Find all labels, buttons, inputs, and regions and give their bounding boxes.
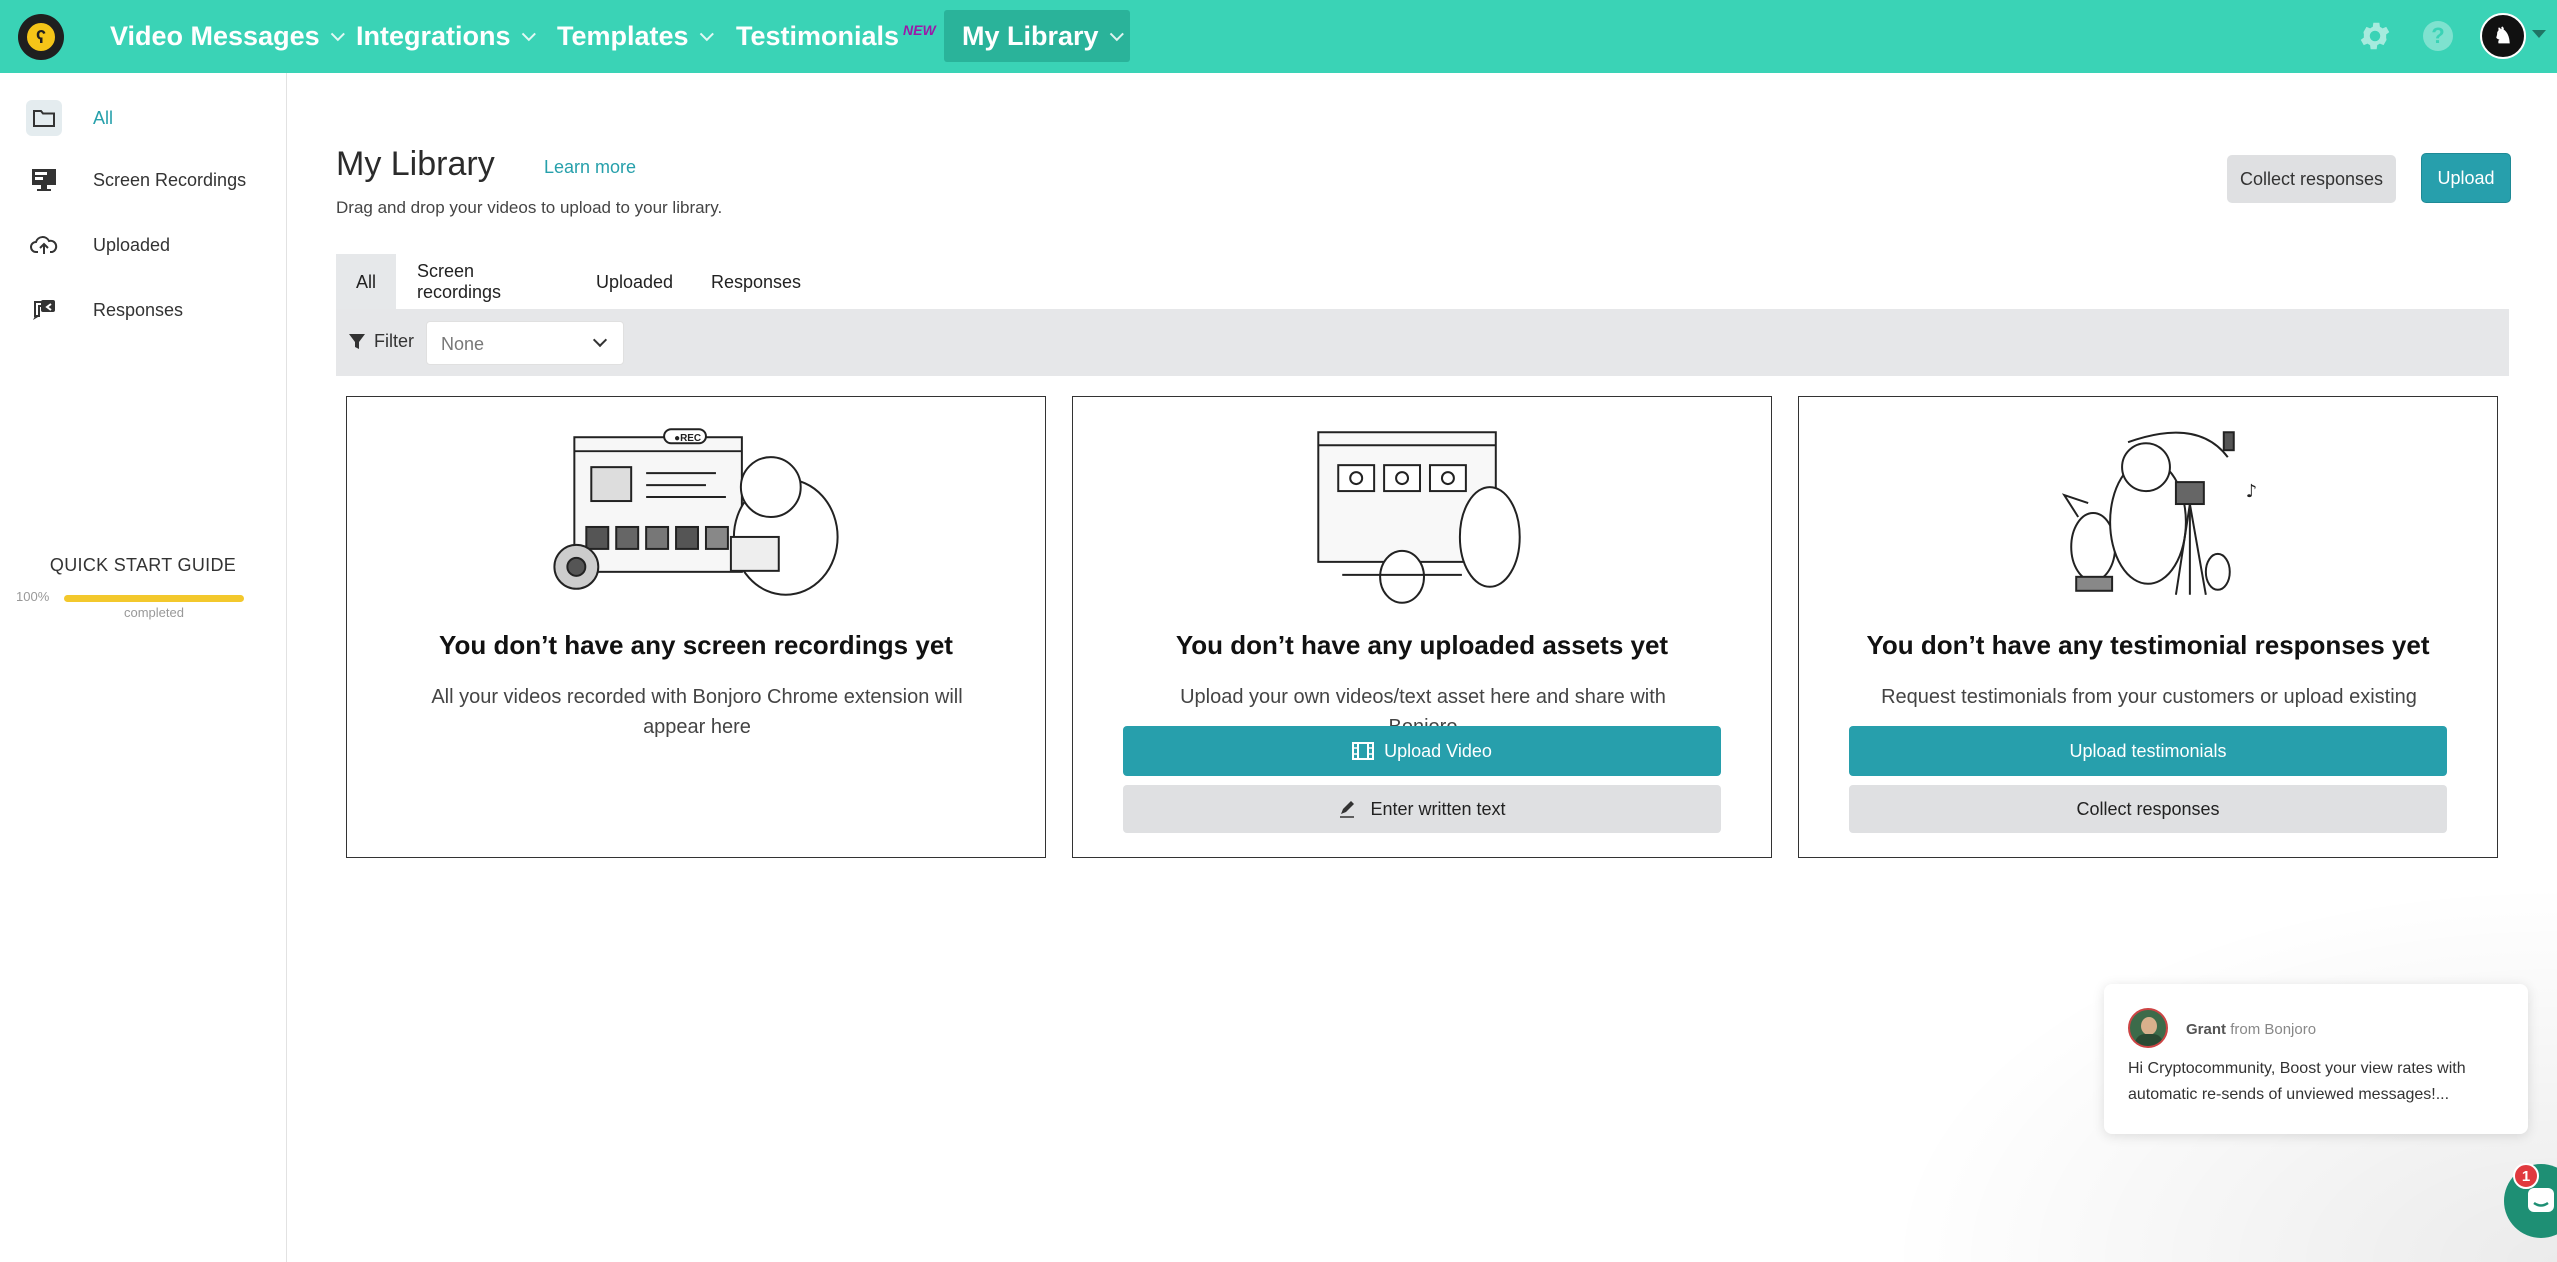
nav-templates[interactable]: Templates bbox=[557, 0, 714, 73]
nav-templates-label: Templates bbox=[557, 21, 689, 51]
card-title: You don’t have any screen recordings yet bbox=[439, 630, 953, 660]
sidebar-item-screen-recordings[interactable]: Screen Recordings bbox=[0, 150, 286, 210]
tab-all[interactable]: All bbox=[336, 254, 397, 310]
upload-video-button[interactable]: Upload Video bbox=[1123, 726, 1721, 776]
nav-testimonials-label: Testimonials bbox=[736, 21, 900, 51]
filter-label-group: Filter bbox=[348, 331, 414, 352]
sidebar-item-label: Responses bbox=[93, 299, 184, 320]
card-description: Request testimonials from your customers… bbox=[1881, 686, 2417, 708]
learn-more-link[interactable]: Learn more bbox=[544, 157, 636, 178]
tab-screen-recordings[interactable]: Screen recordings bbox=[417, 254, 501, 310]
page-title: My Library bbox=[336, 145, 495, 183]
upload-assets-illustration bbox=[1317, 431, 1521, 604]
folder-icon bbox=[26, 100, 62, 136]
agent-avatar bbox=[2128, 1008, 2168, 1048]
chat-icon bbox=[2528, 1188, 2554, 1212]
collect-responses-card-label: Collect responses bbox=[2076, 798, 2220, 819]
card-title: You don’t have any testimonial responses… bbox=[1866, 630, 2430, 660]
quick-start-progress-bar bbox=[64, 595, 244, 602]
tab-uploaded[interactable]: Uploaded bbox=[596, 254, 673, 310]
page-subtitle: Drag and drop your videos to upload to y… bbox=[336, 198, 723, 217]
bonjoro-logo[interactable]: ʕ bbox=[18, 14, 64, 60]
enter-written-text-label: Enter written text bbox=[1370, 798, 1506, 819]
chat-sender: Grant from Bonjoro bbox=[2186, 1021, 2316, 1038]
svg-text:♪: ♪ bbox=[2246, 481, 2257, 502]
quick-start-percent: 100% bbox=[16, 589, 50, 604]
chat-reply-icon bbox=[26, 292, 62, 328]
collect-responses-button[interactable]: Collect responses bbox=[2227, 155, 2396, 203]
sidebar: All Screen Recordings Uploaded Responses… bbox=[0, 73, 287, 1262]
sidebar-item-uploaded[interactable]: Uploaded bbox=[0, 215, 286, 275]
sidebar-item-label: Screen Recordings bbox=[93, 169, 247, 190]
upload-video-label: Upload Video bbox=[1384, 740, 1492, 761]
monitor-icon bbox=[26, 162, 62, 198]
card-title: You don’t have any uploaded assets yet bbox=[1175, 630, 1669, 660]
nav-my-library-label: My Library bbox=[962, 21, 1099, 51]
top-navbar: ʕ Video Messages Integrations Templates … bbox=[0, 0, 2557, 73]
chevron-down-icon bbox=[330, 26, 345, 41]
empty-state-card-uploaded-assets: You don’t have any uploaded assets yet U… bbox=[1072, 396, 1772, 858]
unread-badge: 1 bbox=[2513, 1163, 2539, 1189]
enter-written-text-button[interactable]: Enter written text bbox=[1123, 785, 1721, 833]
chevron-down-icon bbox=[592, 332, 608, 348]
collect-responses-card-button[interactable]: Collect responses bbox=[1849, 785, 2447, 833]
pen-icon bbox=[1340, 801, 1355, 818]
quick-start-title[interactable]: QUICK START GUIDE bbox=[0, 555, 286, 576]
empty-state-card-testimonials: ♪ You don’t have any testimonial respons… bbox=[1798, 396, 2498, 858]
empty-state-card-screen-recordings: ●REC You don’t have any screen recording… bbox=[346, 396, 1046, 858]
card-description: All your videos recorded with Bonjoro Ch… bbox=[431, 686, 963, 738]
chat-sender-org: from Bonjoro bbox=[2230, 1021, 2317, 1038]
chat-preview-card[interactable]: Grant from Bonjoro Hi Cryptocommunity, B… bbox=[2104, 984, 2528, 1134]
gear-icon[interactable] bbox=[2357, 18, 2393, 54]
chevron-down-icon bbox=[699, 26, 714, 41]
help-icon[interactable]: ? bbox=[2423, 21, 2453, 51]
bear-icon: ʕ bbox=[24, 20, 58, 54]
chat-message: Hi Cryptocommunity, Boost your view rate… bbox=[2128, 1060, 2466, 1103]
sidebar-item-label: Uploaded bbox=[93, 234, 171, 255]
filter-bar: Filter None bbox=[336, 309, 2509, 376]
quick-start-completed-label: completed bbox=[124, 605, 184, 620]
testimonial-responses-illustration: ♪ bbox=[2061, 431, 2257, 595]
sidebar-item-responses[interactable]: Responses bbox=[0, 280, 286, 340]
nav-integrations-label: Integrations bbox=[356, 21, 511, 51]
nav-testimonials[interactable]: Testimonials NEW bbox=[736, 0, 936, 73]
user-avatar[interactable]: ♞ bbox=[2480, 13, 2526, 59]
chevron-down-icon[interactable] bbox=[2532, 30, 2546, 38]
upload-testimonials-label: Upload testimonials bbox=[2069, 740, 2227, 761]
upload-button[interactable]: Upload bbox=[2421, 153, 2511, 203]
filter-icon bbox=[349, 333, 365, 349]
film-icon bbox=[1352, 742, 1375, 760]
filter-label: Filter bbox=[374, 331, 414, 351]
screen-recording-illustration: ●REC bbox=[553, 428, 839, 596]
nav-video-messages-label: Video Messages bbox=[110, 21, 320, 51]
filter-select[interactable]: None bbox=[426, 321, 624, 365]
sidebar-item-all[interactable]: All bbox=[0, 88, 286, 148]
upload-testimonials-button[interactable]: Upload testimonials bbox=[1849, 726, 2447, 776]
chat-sender-name: Grant bbox=[2186, 1021, 2227, 1038]
svg-text:●REC: ●REC bbox=[674, 433, 701, 444]
nav-integrations[interactable]: Integrations bbox=[356, 0, 536, 73]
new-badge: NEW bbox=[903, 21, 936, 38]
sidebar-item-label: All bbox=[93, 107, 114, 128]
nav-my-library[interactable]: My Library bbox=[962, 0, 1124, 73]
filter-selected-value: None bbox=[441, 334, 485, 354]
cloud-upload-icon bbox=[26, 227, 62, 263]
tab-responses[interactable]: Responses bbox=[711, 254, 801, 310]
chevron-down-icon bbox=[521, 26, 536, 41]
nav-video-messages[interactable]: Video Messages bbox=[110, 0, 345, 73]
